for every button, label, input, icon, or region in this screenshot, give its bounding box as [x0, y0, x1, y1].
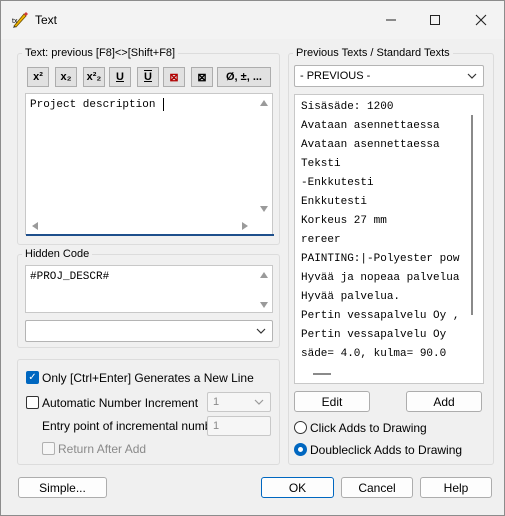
close-button[interactable]: [467, 7, 495, 33]
text-tool-icon: tx: [12, 12, 28, 28]
previous-texts-list[interactable]: Sisäsäde: 1200 Avataan asennettaessa Ava…: [294, 94, 484, 384]
boxed-small-button[interactable]: ⊠: [191, 67, 213, 87]
list-item[interactable]: Avataan asennettaessa: [301, 139, 440, 151]
list-item[interactable]: Hyvää palvelua.: [301, 291, 400, 303]
hidden-scroll-down-icon[interactable]: [260, 302, 268, 308]
previous-texts-combo[interactable]: - PREVIOUS -: [294, 65, 484, 87]
title-bar[interactable]: tx Text: [1, 1, 504, 39]
list-vertical-scrollbar[interactable]: [471, 115, 473, 315]
window-title: Text: [35, 13, 58, 27]
cancel-button[interactable]: Cancel: [341, 477, 413, 498]
list-item[interactable]: rereer: [301, 234, 341, 246]
hidden-code-editor[interactable]: #PROJ_DESCR#: [25, 265, 273, 313]
subscript-label: x₂: [60, 71, 72, 83]
list-item[interactable]: Sisäsäde: 1200: [301, 101, 393, 113]
auto-number-checkbox[interactable]: [26, 396, 39, 409]
hidden-code-content: #PROJ_DESCR#: [30, 271, 110, 283]
text-group-legend: Text: previous [F8]<>[Shift+F8]: [25, 47, 176, 59]
maximize-icon: [430, 15, 440, 25]
special-characters-button[interactable]: Ø, ±, ...: [217, 67, 271, 87]
list-item[interactable]: PAINTING:|-Polyester pow: [301, 253, 459, 265]
vertical-scrollbar[interactable]: [256, 94, 272, 218]
overline-underline-button[interactable]: U: [137, 67, 159, 87]
underline-label: U: [116, 71, 124, 83]
text-cursor: [163, 98, 164, 111]
auto-number-select[interactable]: 1: [207, 392, 271, 412]
auto-number-value: 1: [213, 396, 220, 408]
doubleclick-adds-label: Doubleclick Adds to Drawing: [310, 443, 463, 457]
hidden-code-combo[interactable]: [25, 320, 273, 342]
chevron-down-icon: [254, 399, 264, 405]
boxed-label: ⊠: [169, 71, 179, 84]
list-item[interactable]: Pertin vessapalvelu Oy: [301, 329, 446, 341]
text-dialog: tx Text Text: previous [F8]<>[Shift+F8] …: [0, 0, 505, 516]
minimize-icon: [386, 19, 396, 21]
list-item[interactable]: Enkkutesti: [301, 196, 367, 208]
entry-point-input[interactable]: 1: [207, 416, 271, 436]
sub-superscript-button[interactable]: x²₂: [83, 67, 105, 87]
list-item[interactable]: Korkeus 27 mm: [301, 215, 387, 227]
entry-point-label: Entry point of incremental number: [42, 419, 223, 433]
horizontal-scrollbar[interactable]: [26, 218, 256, 234]
scroll-right-icon[interactable]: [242, 222, 248, 230]
scroll-down-icon[interactable]: [260, 206, 268, 212]
overline-underline-label: U: [144, 71, 152, 83]
boxed-small-label: ⊠: [197, 71, 207, 84]
auto-number-label: Automatic Number Increment: [42, 396, 199, 410]
underline-button[interactable]: U: [109, 67, 131, 87]
list-item[interactable]: Avataan asennettaessa: [301, 120, 440, 132]
doubleclick-adds-radio[interactable]: [294, 443, 307, 456]
previous-texts-legend: Previous Texts / Standard Texts: [296, 47, 450, 59]
entry-point-value: 1: [213, 420, 220, 432]
only-ctrl-enter-label: Only [Ctrl+Enter] Generates a New Line: [42, 371, 254, 385]
ok-button[interactable]: OK: [261, 477, 334, 498]
return-after-add-label: Return After Add: [58, 442, 147, 456]
scroll-left-icon[interactable]: [32, 222, 38, 230]
boxed-button[interactable]: ⊠: [163, 67, 185, 87]
list-horizontal-scrollbar[interactable]: [313, 373, 331, 375]
scroll-up-icon[interactable]: [260, 100, 268, 106]
click-adds-label: Click Adds to Drawing: [310, 421, 427, 435]
text-editor[interactable]: Project description: [25, 93, 274, 236]
list-item[interactable]: -Enkkutesti: [301, 177, 374, 189]
special-characters-label: Ø, ±, ...: [226, 71, 262, 83]
sub-superscript-label: x²₂: [86, 71, 102, 83]
only-ctrl-enter-checkbox[interactable]: ✓: [26, 371, 39, 384]
add-button[interactable]: Add: [406, 391, 482, 412]
list-item[interactable]: Pertin vessapalvelu Oy ,: [301, 310, 459, 322]
return-after-add-checkbox[interactable]: [42, 442, 55, 455]
close-icon: [475, 14, 487, 26]
chevron-down-icon: [467, 73, 477, 79]
list-item[interactable]: Teksti: [301, 158, 341, 170]
list-item[interactable]: Hyvää ja nopeaa palvelua: [301, 272, 459, 284]
svg-text:tx: tx: [12, 18, 18, 25]
simple-button[interactable]: Simple...: [18, 477, 107, 498]
minimize-button[interactable]: [377, 7, 405, 33]
maximize-button[interactable]: [421, 7, 449, 33]
help-button[interactable]: Help: [420, 477, 492, 498]
superscript-button[interactable]: x²: [27, 67, 49, 87]
chevron-down-icon: [256, 328, 266, 334]
hidden-scroll-up-icon[interactable]: [260, 272, 268, 278]
hidden-code-legend: Hidden Code: [25, 248, 90, 260]
subscript-button[interactable]: x₂: [55, 67, 77, 87]
list-item[interactable]: säde= 4.0, kulma= 90.0: [301, 348, 446, 360]
edit-button[interactable]: Edit: [294, 391, 370, 412]
superscript-label: x²: [33, 71, 43, 83]
focus-underline: [26, 234, 274, 236]
previous-texts-combo-value: - PREVIOUS -: [300, 70, 371, 82]
text-content: Project description: [30, 99, 156, 111]
click-adds-radio[interactable]: [294, 421, 307, 434]
